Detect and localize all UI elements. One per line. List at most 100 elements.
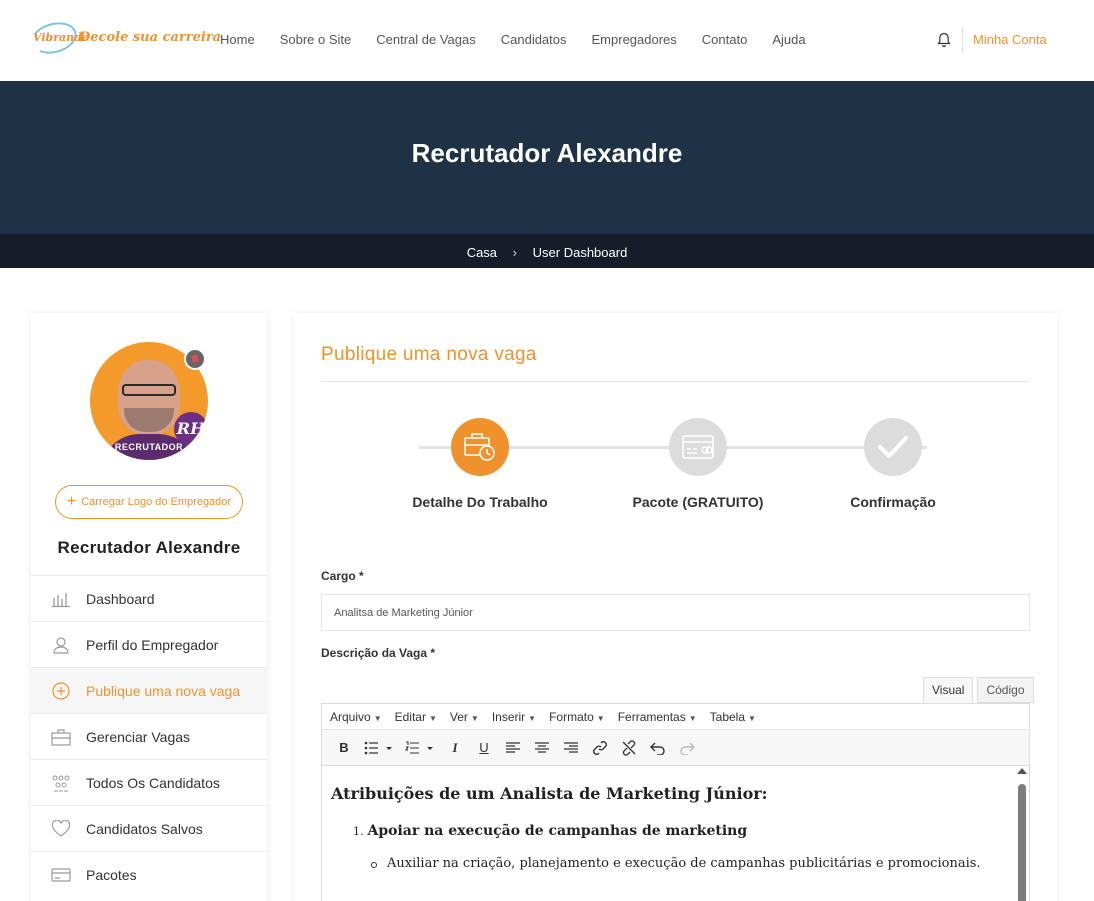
sidebar-item-dashboard[interactable]: Dashboard <box>31 575 267 621</box>
chevron-right-icon: › <box>512 245 518 260</box>
cargo-input[interactable] <box>321 594 1030 631</box>
menu-ver[interactable]: Ver ▼ <box>450 710 479 724</box>
panel-divider <box>321 381 1029 382</box>
sidebar-item-label: Perfil do Empregador <box>86 636 219 653</box>
sidebar-item-label: Pacotes <box>86 866 137 883</box>
breadcrumb-current: User Dashboard <box>532 245 628 260</box>
nav-home[interactable]: Home <box>220 32 255 47</box>
menu-formato-label: Formato <box>549 709 594 724</box>
menu-ferramentas[interactable]: Ferramentas ▼ <box>618 710 697 724</box>
menu-ferramentas-label: Ferramentas <box>617 709 686 724</box>
sidebar-item-label: Dashboard <box>86 590 155 607</box>
check-icon <box>878 436 908 458</box>
card-icon <box>50 866 72 884</box>
caret-down-icon: ▼ <box>470 713 479 723</box>
menu-inserir[interactable]: Inserir ▼ <box>492 710 536 724</box>
dashboard-icon <box>50 590 72 608</box>
briefcase-icon <box>50 728 72 746</box>
nav-candidatos[interactable]: Candidatos <box>501 32 567 47</box>
underline-icon[interactable]: U <box>472 736 496 760</box>
main-nav: Home Sobre o Site Central de Vagas Candi… <box>220 32 831 47</box>
caret-down-icon: ▼ <box>428 713 437 723</box>
align-left-icon[interactable] <box>501 736 525 760</box>
italic-icon[interactable]: I <box>443 736 467 760</box>
unlink-icon[interactable] <box>617 736 641 760</box>
list-number: 1. <box>353 825 364 838</box>
dashboard-sidebar: RH RECRUTADOR + Carregar Logo do Emprega… <box>31 313 267 901</box>
sidebar-item-perfil[interactable]: Perfil do Empregador <box>31 621 267 667</box>
step-label-pacote: Pacote (GRATUITO) <box>632 494 764 510</box>
sidebar-item-pacotes[interactable]: Pacotes <box>31 851 267 897</box>
content-heading: Atribuições de um Analista de Marketing … <box>331 784 768 803</box>
upload-logo-button[interactable]: + Carregar Logo do Empregador <box>55 485 243 519</box>
sidebar-item-publique-vaga[interactable]: Publique uma nova vaga <box>31 667 267 713</box>
editor-scrollbar[interactable] <box>1017 768 1027 901</box>
link-icon[interactable] <box>588 736 612 760</box>
user-icon <box>50 636 72 654</box>
upload-logo-label: Carregar Logo do Empregador <box>81 496 232 508</box>
rich-text-editor: Arquivo ▼ Editar ▼ Ver ▼ Inserir ▼ Formato ▼ … <box>321 703 1030 901</box>
my-account-link[interactable]: Minha Conta <box>973 32 1047 47</box>
menu-arquivo-label: Arquivo <box>330 709 371 724</box>
sidebar-item-label: Todos Os Candidatos <box>86 774 220 791</box>
header-divider <box>962 28 963 52</box>
nav-central-vagas[interactable]: Central de Vagas <box>376 32 476 47</box>
caret-down-icon: ▼ <box>373 713 382 723</box>
nav-ajuda[interactable]: Ajuda <box>772 32 805 47</box>
nav-sobre[interactable]: Sobre o Site <box>280 32 352 47</box>
logo-slogan: Decole sua carreira <box>79 30 222 45</box>
editor-menubar: Arquivo ▼ Editar ▼ Ver ▼ Inserir ▼ Formato ▼ … <box>322 704 1029 729</box>
numbered-list-icon[interactable] <box>402 736 438 760</box>
nav-contato[interactable]: Contato <box>702 32 748 47</box>
post-job-panel: Publique uma nova vaga Detalhe Do Trabal… <box>294 313 1057 901</box>
avatar-glasses <box>122 384 176 396</box>
remove-logo-icon[interactable] <box>184 348 206 370</box>
caret-down-icon: ▼ <box>688 713 697 723</box>
list-item: 1. Apoiar na execução de campanhas de mar… <box>353 823 999 839</box>
editor-content[interactable]: Atribuições de um Analista de Marketing … <box>322 766 1029 871</box>
sidebar-item-candidatos-salvos[interactable]: Candidatos Salvos <box>31 805 267 851</box>
page-title: Recrutador Alexandre <box>411 138 683 168</box>
bullet-list-icon[interactable] <box>361 736 397 760</box>
panel-title: Publique uma nova vaga <box>321 344 537 365</box>
plus-icon: + <box>66 493 77 510</box>
menu-tabela[interactable]: Tabela ▼ <box>710 710 756 724</box>
site-logo[interactable]: Vibrando Decole sua carreira <box>27 17 221 59</box>
menu-editar[interactable]: Editar ▼ <box>395 710 437 724</box>
tab-visual[interactable]: Visual <box>923 677 974 703</box>
cargo-label: Cargo * <box>321 569 364 583</box>
menu-ver-label: Ver <box>449 709 468 724</box>
tab-codigo[interactable]: Código <box>977 677 1034 703</box>
sidebar-item-label: Publique uma nova vaga <box>86 682 241 699</box>
sidebar-item-todos-candidatos[interactable]: Todos Os Candidatos <box>31 759 267 805</box>
menu-tabela-label: Tabela <box>709 709 746 724</box>
bold-icon[interactable]: B <box>332 736 356 760</box>
page-banner: Recrutador Alexandre <box>0 81 1094 234</box>
sidebar-item-gerenciar-vagas[interactable]: Gerenciar Vagas <box>31 713 267 759</box>
nav-empregadores[interactable]: Empregadores <box>592 32 677 47</box>
descricao-label: Descrição da Vaga * <box>321 646 436 660</box>
briefcase-clock-icon <box>464 433 495 461</box>
breadcrumb-home[interactable]: Casa <box>467 245 497 260</box>
bell-icon[interactable] <box>937 32 951 48</box>
step-label-detalhe: Detalhe Do Trabalho <box>412 494 548 510</box>
caret-down-icon: ▼ <box>596 713 605 723</box>
redo-icon[interactable] <box>675 736 699 760</box>
scroll-thumb[interactable] <box>1018 784 1026 901</box>
avatar-tag: RECRUTADOR <box>114 442 184 452</box>
editor-tabs: Visual Código <box>923 677 1034 703</box>
undo-icon[interactable] <box>646 736 670 760</box>
credit-card-icon <box>682 435 714 459</box>
menu-inserir-label: Inserir <box>491 709 526 724</box>
caret-down-icon: ▼ <box>748 713 756 723</box>
scroll-up-icon[interactable] <box>1017 768 1027 774</box>
employer-name: Recrutador Alexandre <box>57 538 241 557</box>
menu-arquivo[interactable]: Arquivo ▼ <box>330 710 382 724</box>
step-pacote <box>669 418 727 476</box>
list-item-text: Apoiar na execução de campanhas de marke… <box>367 823 748 839</box>
align-right-icon[interactable] <box>559 736 583 760</box>
caret-down-icon: ▼ <box>528 713 537 723</box>
align-center-icon[interactable] <box>530 736 554 760</box>
people-icon <box>50 774 72 792</box>
menu-formato[interactable]: Formato ▼ <box>549 710 605 724</box>
